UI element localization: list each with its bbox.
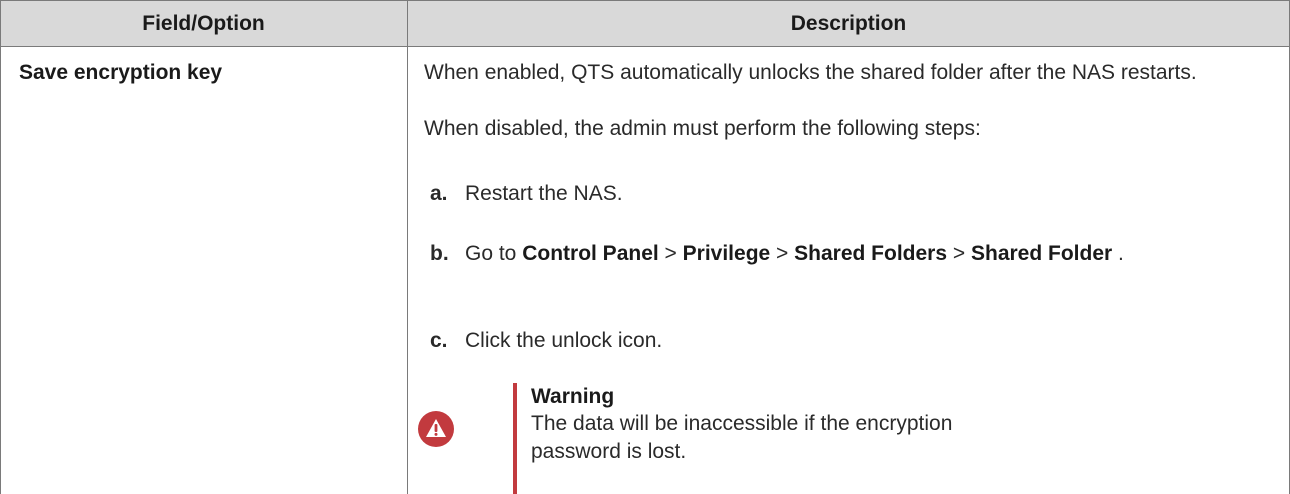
field-name: Save encryption key (19, 61, 223, 84)
menu-path-separator: > (658, 242, 683, 265)
column-header-description: Description (790, 12, 907, 35)
step-letter: a. (430, 182, 448, 205)
warning-accent-bar (513, 383, 517, 494)
menu-path-shared-folders: Shared Folders (794, 242, 948, 265)
column-header-field: Field/Option (142, 12, 265, 35)
step-text: Click the unlock icon. (465, 329, 663, 352)
column-divider (407, 0, 408, 494)
table-border-top (0, 0, 1290, 1)
warning-title: Warning (531, 385, 615, 408)
header-divider (0, 46, 1290, 47)
step-text-segment: Go to (465, 242, 523, 265)
menu-path-shared-folder: Shared Folder (970, 242, 1113, 265)
step-letter: b. (430, 242, 449, 265)
menu-path-separator: > (947, 242, 971, 265)
step-text: Restart the NAS. (465, 182, 623, 205)
description-enabled: When enabled, QTS automatically unlocks … (424, 61, 1197, 84)
step-text-segment: . (1112, 242, 1124, 265)
table-header-row: Field/Option Description (0, 0, 1290, 46)
menu-path-separator: > (770, 242, 795, 265)
menu-path-control-panel: Control Panel (522, 242, 659, 265)
table-border-left (0, 0, 1, 494)
warning-text: The data will be inaccessible if the enc… (531, 412, 953, 463)
warning-triangle-icon (418, 411, 454, 447)
step-text: Go to Control Panel > Privilege > Shared… (465, 240, 1265, 268)
description-disabled: When disabled, the admin must perform th… (424, 117, 981, 140)
menu-path-privilege: Privilege (682, 242, 771, 265)
options-table: Field/Option Description Save encryption… (0, 0, 1290, 494)
step-letter: c. (430, 329, 448, 352)
